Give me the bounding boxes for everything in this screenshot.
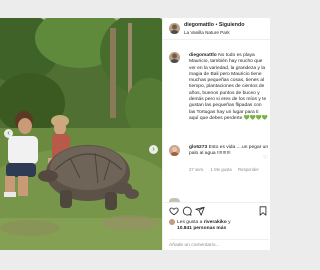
share-icon[interactable] [195, 206, 205, 216]
post-photo[interactable]: ‹ › [0, 18, 162, 250]
avatar [169, 219, 175, 225]
post-header: diegomattlo • Siguiendo La Vanilla Natur… [163, 18, 270, 40]
add-comment-field[interactable]: Añade un comentario... [169, 239, 269, 250]
comment-icon[interactable] [182, 206, 192, 216]
header-separator: • [215, 22, 218, 28]
bookmark-icon[interactable] [258, 206, 268, 216]
caption-username[interactable]: diegomattlo [189, 53, 217, 58]
next-photo-button[interactable]: › [149, 145, 158, 154]
chevron-left-icon: ‹ [7, 130, 10, 137]
add-comment-placeholder: Añade un comentario... [169, 243, 220, 248]
chevron-right-icon: › [152, 146, 155, 153]
avatar[interactable] [169, 145, 180, 156]
comment-likes[interactable]: 1 Me gusta [211, 167, 232, 172]
liked-by-suffix: y [228, 220, 231, 225]
previous-photo-button[interactable]: ‹ [4, 129, 13, 138]
follow-status-button[interactable]: Siguiendo [219, 22, 245, 28]
heart-outline-icon[interactable]: ♡ [263, 155, 267, 161]
header-username[interactable]: diegomattlo [184, 22, 214, 28]
post-side-panel: diegomattlo • Siguiendo La Vanilla Natur… [162, 18, 270, 250]
reply-button[interactable]: Responder [238, 167, 259, 172]
avatar[interactable] [169, 52, 180, 63]
photo-image [0, 18, 162, 250]
liked-by-username[interactable]: riverakiko [204, 220, 227, 225]
liked-by: Les gusta a riverakiko y [177, 220, 231, 225]
location-link[interactable]: La Vanilla Nature Park [184, 30, 230, 35]
comment-time: 27 sem. [189, 167, 205, 172]
comment-meta: 27 sem. 1 Me gusta Responder [189, 167, 264, 172]
caption-text: No todo es playa Mauricio, también hay m… [189, 53, 269, 121]
comment-username[interactable]: glo5273 [189, 145, 207, 150]
avatar[interactable] [169, 23, 180, 34]
likes-count-link[interactable]: 10.841 personas más [177, 226, 226, 231]
heart-icon[interactable] [169, 206, 179, 216]
post-actions: Les gusta a riverakiko y 10.841 personas… [163, 202, 270, 250]
liked-by-prefix: Les gusta a [177, 220, 203, 225]
instagram-post-viewer: ‹ › diegomattlo • Siguiendo La Vanilla N… [0, 0, 270, 270]
